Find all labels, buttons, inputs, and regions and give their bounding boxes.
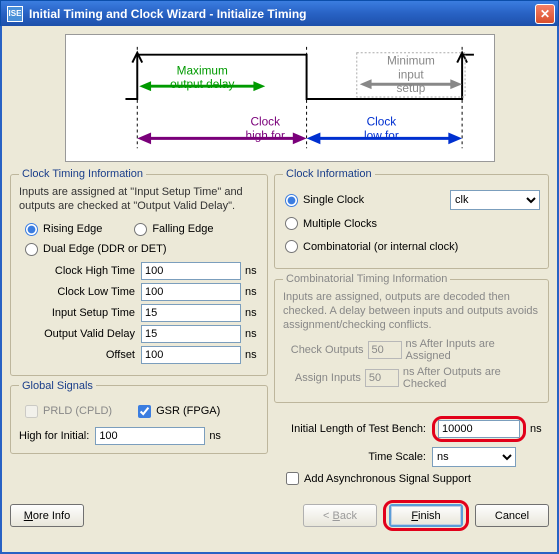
svg-text:Clock: Clock <box>250 115 280 129</box>
clock-info-legend: Clock Information <box>283 168 375 180</box>
test-bench-length-label: Initial Length of Test Bench: <box>278 423 426 435</box>
finish-button[interactable]: Finish <box>389 504 463 527</box>
clock-low-input[interactable] <box>141 283 241 301</box>
assign-inputs-input <box>365 369 399 387</box>
test-bench-length-highlight <box>432 416 526 442</box>
check-outputs-suffix: ns After Inputs are Assigned <box>406 338 540 362</box>
svg-text:Clock: Clock <box>366 115 396 129</box>
global-signals-legend: Global Signals <box>19 380 96 392</box>
rising-edge-radio[interactable]: Rising Edge <box>23 223 102 236</box>
offset-label: Offset <box>39 349 135 361</box>
input-setup-input[interactable] <box>141 304 241 322</box>
clock-high-label: Clock High Time <box>39 265 135 277</box>
combinatorial-radio[interactable]: Combinatorial (or internal clock) <box>283 240 458 253</box>
prld-checkbox[interactable]: PRLD (CPLD) <box>23 405 112 418</box>
async-support-checkbox[interactable]: Add Asynchronous Signal Support <box>284 472 545 485</box>
svg-text:low for: low for <box>364 128 399 142</box>
comb-timing-fieldset: Combinatorial Timing Information Inputs … <box>274 273 549 403</box>
clock-timing-fieldset: Clock Timing Information Inputs are assi… <box>10 168 268 376</box>
window-title: Initial Timing and Clock Wizard - Initia… <box>29 7 535 21</box>
global-signals-fieldset: Global Signals PRLD (CPLD) GSR (FPGA) Hi… <box>10 380 268 454</box>
test-bench-length-input[interactable] <box>438 420 520 438</box>
assign-inputs-suffix: ns After Outputs are Checked <box>403 366 540 390</box>
window-body: Maximum output delay Minimum input setup… <box>0 26 559 554</box>
cancel-button[interactable]: Cancel <box>475 504 549 527</box>
finish-highlight: Finish <box>383 500 469 531</box>
more-info-button[interactable]: More Info <box>10 504 84 527</box>
offset-input[interactable] <box>141 346 241 364</box>
titlebar: ISE Initial Timing and Clock Wizard - In… <box>0 0 559 26</box>
multiple-clocks-radio[interactable]: Multiple Clocks <box>283 217 377 230</box>
high-for-initial-label: High for Initial: <box>19 430 89 442</box>
high-for-initial-input[interactable] <box>95 427 205 445</box>
svg-text:Minimum: Minimum <box>386 54 434 68</box>
input-setup-label: Input Setup Time <box>39 307 135 319</box>
clock-timing-desc: Inputs are assigned at "Input Setup Time… <box>19 186 259 214</box>
output-valid-input[interactable] <box>141 325 241 343</box>
single-clock-radio[interactable]: Single Clock <box>283 194 364 207</box>
app-icon: ISE <box>7 6 23 22</box>
single-clock-select[interactable]: clk <box>450 190 540 210</box>
clock-info-fieldset: Clock Information Single Clock clk Multi… <box>274 168 549 269</box>
clock-high-input[interactable] <box>141 262 241 280</box>
svg-text:setup: setup <box>396 81 425 95</box>
svg-text:input: input <box>398 67 424 81</box>
comb-timing-legend: Combinatorial Timing Information <box>283 273 450 285</box>
close-button[interactable]: ✕ <box>535 4 555 24</box>
svg-text:high for: high for <box>245 128 284 142</box>
time-scale-select[interactable]: ns <box>432 447 516 467</box>
button-bar: More Info < Back Finish Cancel <box>10 500 549 531</box>
dual-edge-radio[interactable]: Dual Edge (DDR or DET) <box>23 243 259 256</box>
output-valid-label: Output Valid Delay <box>39 328 135 340</box>
clock-timing-legend: Clock Timing Information <box>19 168 146 180</box>
gsr-checkbox[interactable]: GSR (FPGA) <box>136 405 220 418</box>
check-outputs-input <box>368 341 402 359</box>
comb-timing-desc: Inputs are assigned, outputs are decoded… <box>283 291 540 332</box>
check-outputs-label: Check Outputs <box>283 344 364 356</box>
time-scale-label: Time Scale: <box>278 451 426 463</box>
svg-text:output delay: output delay <box>170 77 234 91</box>
back-button: < Back <box>303 504 377 527</box>
timing-diagram: Maximum output delay Minimum input setup… <box>65 34 495 162</box>
test-bench-section: Initial Length of Test Bench: ns Time Sc… <box>274 407 549 492</box>
assign-inputs-label: Assign Inputs <box>283 372 361 384</box>
clock-low-label: Clock Low Time <box>39 286 135 298</box>
falling-edge-radio[interactable]: Falling Edge <box>132 223 213 236</box>
svg-text:Maximum: Maximum <box>176 63 227 77</box>
